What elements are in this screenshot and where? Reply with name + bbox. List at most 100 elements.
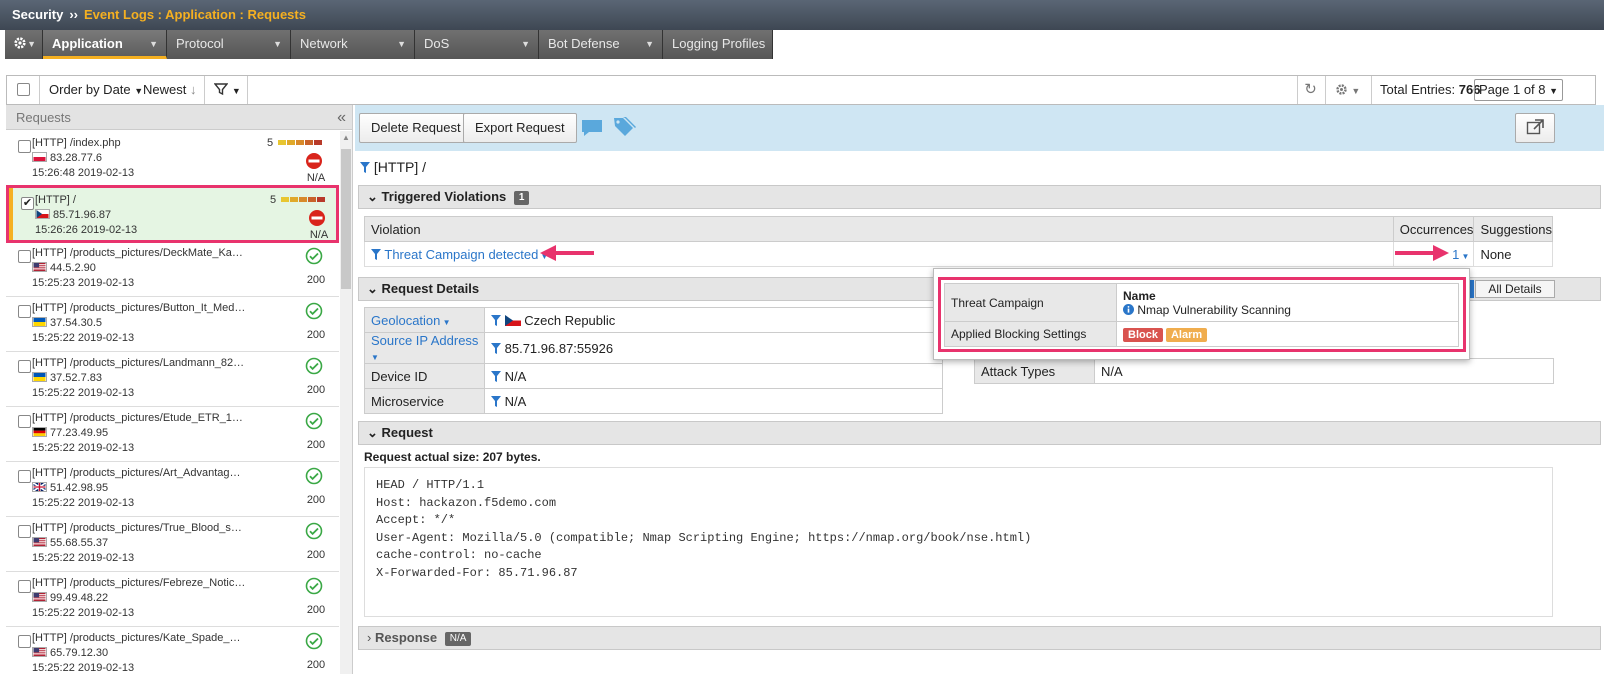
filter-icon[interactable] bbox=[491, 395, 501, 407]
row-checkbox[interactable] bbox=[18, 525, 31, 538]
list-item[interactable]: [HTTP] /products_pictures/DeckMate_Ka… 44… bbox=[6, 241, 339, 297]
request-time: 15:25:22 2019-02-13 bbox=[32, 332, 135, 344]
all-details-button[interactable]: All Details bbox=[1475, 280, 1555, 298]
request-url: [HTTP] /products_pictures/DeckMate_Ka… bbox=[32, 247, 243, 259]
tab-gear-menu[interactable]: ▼ bbox=[5, 30, 43, 59]
list-item[interactable]: [HTTP] /products_pictures/Landmann_82… 37… bbox=[6, 351, 339, 407]
filter-icon[interactable] bbox=[491, 342, 501, 354]
check-circle-icon bbox=[305, 247, 323, 265]
tab-logging-profiles[interactable]: Logging Profiles bbox=[663, 30, 773, 59]
order-by-dropdown[interactable]: Order by Date ▼ bbox=[49, 76, 143, 104]
violation-rating: 5 bbox=[270, 194, 277, 206]
violation-name-link[interactable]: Threat Campaign detected bbox=[384, 247, 538, 262]
list-item[interactable]: [HTTP] /products_pictures/Art_Advantag… 5… bbox=[6, 461, 339, 517]
row-checkbox[interactable] bbox=[18, 470, 31, 483]
tab-network[interactable]: Network ▼ bbox=[291, 30, 415, 59]
row-checkbox[interactable] bbox=[18, 140, 31, 153]
filter-icon[interactable] bbox=[491, 314, 501, 326]
country-flag-icon bbox=[32, 592, 47, 602]
country-flag-icon bbox=[35, 209, 50, 219]
refresh-icon: ↻ bbox=[1304, 81, 1317, 98]
list-item[interactable]: [HTTP] /products_pictures/Kate_Spade_… 65… bbox=[6, 626, 339, 674]
check-circle-icon bbox=[305, 577, 323, 595]
row-checkbox[interactable]: ✔ bbox=[21, 197, 34, 210]
attack-types-value: N/A bbox=[1094, 358, 1554, 384]
refresh-button[interactable]: ↻ bbox=[1297, 76, 1323, 104]
violations-count-badge: 1 bbox=[513, 191, 530, 205]
row-checkbox[interactable] bbox=[18, 635, 31, 648]
list-item[interactable]: [HTTP] /index.php 83.28.77.6 15:26:48 2019… bbox=[6, 131, 339, 187]
tab-bot-defense[interactable]: Bot Defense ▼ bbox=[539, 30, 663, 59]
blocked-icon bbox=[306, 153, 322, 169]
request-time: 15:25:22 2019-02-13 bbox=[32, 552, 135, 564]
attack-types-table: Attack Types N/A bbox=[974, 358, 1554, 384]
list-item[interactable]: [HTTP] /products_pictures/Febreze_Notic…… bbox=[6, 571, 339, 627]
response-code: 200 bbox=[306, 439, 326, 451]
comment-icon[interactable] bbox=[580, 118, 604, 138]
sort-direction-toggle[interactable]: Newest ↓ bbox=[143, 76, 206, 104]
violation-cell: Threat Campaign detected ▼ bbox=[364, 241, 1394, 267]
triggered-violations-header[interactable]: ⌄ Triggered Violations 1 bbox=[358, 185, 1601, 209]
chevron-down-icon: ▼ bbox=[273, 39, 282, 49]
settings-dropdown[interactable]: ▼ bbox=[1325, 76, 1369, 104]
table-row: Microservice N/A bbox=[364, 388, 943, 414]
table-row: Device ID N/A bbox=[364, 363, 943, 389]
filter-icon[interactable] bbox=[371, 248, 381, 260]
row-checkbox[interactable] bbox=[18, 305, 31, 318]
row-checkbox[interactable] bbox=[18, 415, 31, 428]
raw-request-line: X-Forwarded-For: 85.71.96.87 bbox=[376, 565, 578, 580]
scrollbar-thumb[interactable] bbox=[341, 149, 351, 289]
list-item[interactable]: ✔ [HTTP] / 85.71.96.87 15:26:26 2019-02-13 5… bbox=[6, 185, 339, 243]
request-time: 15:26:26 2019-02-13 bbox=[35, 224, 138, 236]
select-all-checkbox[interactable] bbox=[16, 83, 30, 96]
scroll-up-icon[interactable]: ▲ bbox=[342, 133, 350, 142]
request-url: [HTTP] /index.php bbox=[32, 137, 121, 149]
tab-application[interactable]: Application ▼ bbox=[43, 30, 167, 59]
request-ip: 99.49.48.22 bbox=[32, 592, 108, 604]
chevron-down-icon: ▼ bbox=[371, 353, 379, 362]
list-toolbar: Order by Date ▼ Newest ↓ ▼ ↻ ▼ Total Ent… bbox=[6, 75, 1596, 105]
delete-request-button[interactable]: Delete Request bbox=[359, 113, 473, 143]
filter-dropdown-button[interactable]: ▼ bbox=[208, 76, 248, 104]
request-url: [HTTP] /products_pictures/Landmann_82… bbox=[32, 357, 245, 369]
source-ip-label[interactable]: Source IP Address ▼ bbox=[364, 332, 485, 364]
tags-icon[interactable] bbox=[612, 115, 640, 139]
filter-icon[interactable] bbox=[491, 370, 501, 382]
chevron-down-icon: ▼ bbox=[231, 86, 241, 96]
raw-request-line: User-Agent: Mozilla/5.0 (compatible; Nma… bbox=[376, 530, 1032, 545]
response-code: 200 bbox=[306, 384, 326, 396]
response-status-badge: N/A bbox=[444, 632, 472, 646]
row-checkbox[interactable] bbox=[18, 250, 31, 263]
list-item[interactable]: [HTTP] /products_pictures/Etude_ETR_1… 77… bbox=[6, 406, 339, 462]
response-section-header[interactable]: › Response N/A bbox=[358, 626, 1601, 650]
row-checkbox[interactable] bbox=[18, 360, 31, 373]
page-select[interactable]: Page 1 of 8 ▼ bbox=[1474, 79, 1564, 101]
list-item[interactable]: [HTTP] /products_pictures/Button_It_Med…… bbox=[6, 296, 339, 352]
request-detail-panel: Delete Request Export Request [HTTP] / ⌄… bbox=[355, 105, 1604, 674]
request-list-scrollbar[interactable]: ▲ bbox=[340, 131, 352, 674]
collapse-icon[interactable]: « bbox=[337, 105, 346, 130]
external-link-icon bbox=[1526, 119, 1544, 135]
breadcrumb-path: Event Logs : Application : Requests bbox=[83, 7, 306, 22]
list-item[interactable]: [HTTP] /products_pictures/True_Blood_s… 5… bbox=[6, 516, 339, 572]
request-url: [HTTP] / bbox=[35, 194, 76, 206]
export-request-button[interactable]: Export Request bbox=[463, 113, 577, 143]
raw-request-line: Accept: */* bbox=[376, 513, 456, 528]
request-time: 15:26:48 2019-02-13 bbox=[32, 167, 135, 179]
request-title: [HTTP] / bbox=[360, 159, 426, 175]
request-url: [HTTP] /products_pictures/Febreze_Notic… bbox=[32, 577, 246, 589]
request-time: 15:25:22 2019-02-13 bbox=[32, 442, 135, 454]
device-id-value: N/A bbox=[484, 363, 943, 389]
response-code: N/A bbox=[306, 172, 326, 184]
request-time: 15:25:22 2019-02-13 bbox=[32, 607, 135, 619]
row-checkbox[interactable] bbox=[18, 580, 31, 593]
geolocation-label[interactable]: Geolocation ▼ bbox=[364, 307, 485, 333]
tab-protocol[interactable]: Protocol ▼ bbox=[167, 30, 291, 59]
request-url: [HTTP] /products_pictures/Etude_ETR_1… bbox=[32, 412, 243, 424]
open-in-new-window-button[interactable] bbox=[1515, 113, 1555, 143]
request-ip: 55.68.55.37 bbox=[32, 537, 108, 549]
filter-icon[interactable] bbox=[360, 162, 370, 173]
breadcrumb-root[interactable]: Security bbox=[12, 7, 63, 22]
request-section-header[interactable]: ⌄ Request bbox=[358, 421, 1601, 445]
tab-dos[interactable]: DoS ▼ bbox=[415, 30, 539, 59]
